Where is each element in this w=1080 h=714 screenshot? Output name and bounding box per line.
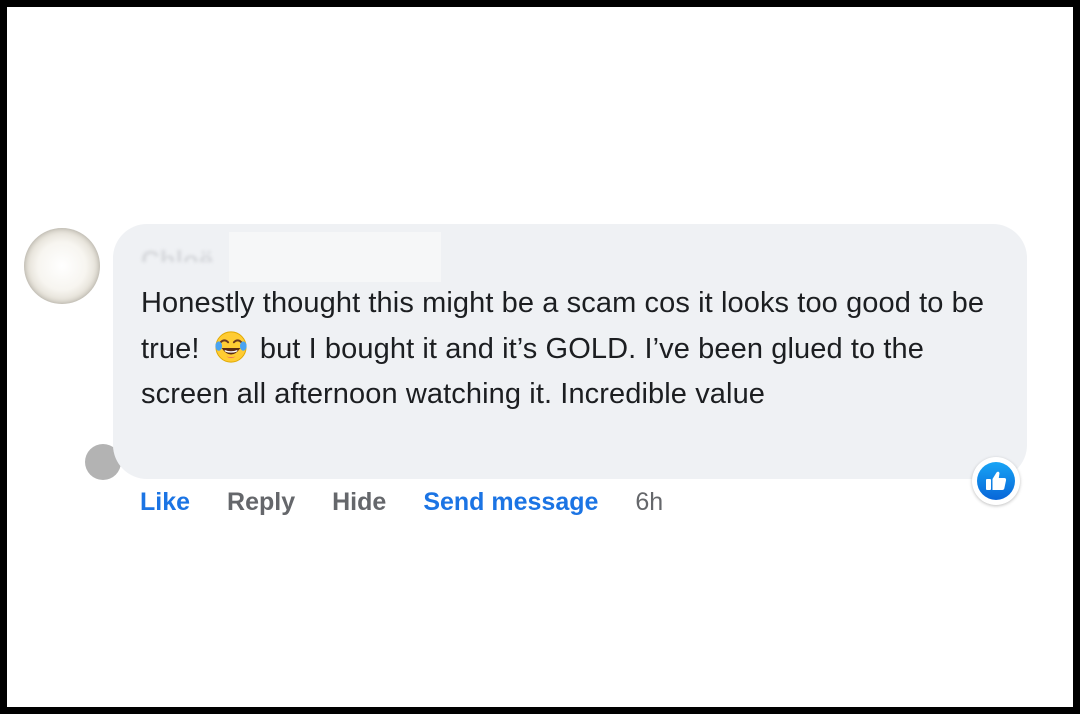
send-message-button[interactable]: Send message [423,488,598,517]
avatar[interactable] [24,228,100,304]
screenshot-frame: Chloë Honestly thought this might be a s… [0,0,1080,714]
comment-actions: Like Reply Hide Send message 6h [140,484,700,520]
comment-text-part-2: but I bought it and it’s GOLD. I’ve been… [141,332,924,411]
like-button[interactable]: Like [140,488,190,517]
comment-text: Honestly thought this might be a scam co… [141,281,1011,418]
timestamp[interactable]: 6h [635,488,663,517]
face-with-tears-of-joy-icon [215,330,247,363]
hide-button[interactable]: Hide [332,488,386,517]
author-name[interactable]: Chloë [141,240,213,262]
comment-bubble: Chloë Honestly thought this might be a s… [113,224,1027,479]
reply-button[interactable]: Reply [227,488,295,517]
thumbs-up-icon [977,462,1015,500]
name-redaction [229,232,441,282]
reaction-badge[interactable] [972,457,1020,505]
